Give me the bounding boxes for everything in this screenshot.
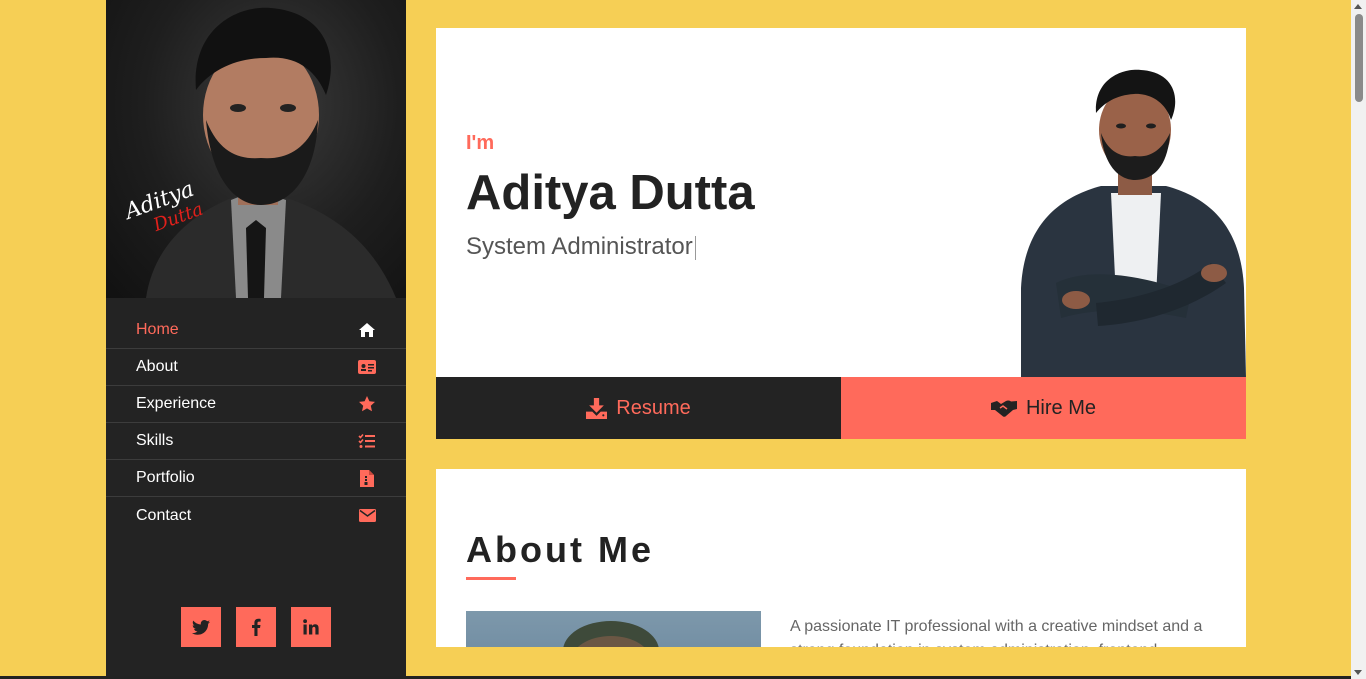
file-zip-icon [358,469,376,487]
about-title: About Me [466,529,654,570]
id-card-icon [358,358,376,376]
home-icon [358,321,376,339]
greeting-label: I'm [466,132,495,154]
task-list-icon [358,432,376,450]
nav-item-about[interactable]: About [106,349,406,386]
nav-item-label: Skills [136,432,174,449]
hero-role: System Administrator [466,233,693,260]
profile-portrait-image: Aditya Dutta [120,7,396,298]
nav-item-portfolio[interactable]: Portfolio [106,460,406,497]
hire-me-button[interactable]: Hire Me [841,377,1246,439]
hero-portrait-image [1021,69,1246,378]
nav-item-contact[interactable]: Contact [106,497,406,534]
resume-button-label: Resume [616,396,691,419]
hero-card: I'm Aditya Dutta System Administrator Re… [436,28,1246,439]
nav-item-label: About [136,358,178,375]
download-icon [586,397,608,419]
social-links [181,607,331,647]
typing-cursor [694,235,696,260]
sidebar-nav: Home About Experience Skills Portfolio C… [106,312,406,534]
page-scrollbar[interactable] [1351,0,1366,679]
twitter-button[interactable] [181,607,221,647]
facebook-icon [252,618,261,636]
nav-item-label: Home [136,321,179,338]
profile-photo: Aditya Dutta [106,0,406,298]
scroll-up-icon[interactable] [1354,4,1362,9]
sidebar: Aditya Dutta Home About Experience Skill… [106,0,406,679]
envelope-icon [358,507,376,525]
resume-button[interactable]: Resume [436,377,841,439]
about-title-underline [466,577,516,580]
nav-item-label: Contact [136,506,192,524]
linkedin-button[interactable] [291,607,331,647]
hero-actions: Resume Hire Me [436,377,1246,439]
star-icon [358,395,376,413]
handshake-icon [990,400,1017,417]
nav-item-home[interactable]: Home [106,312,406,349]
scroll-down-icon[interactable] [1354,670,1362,675]
nav-item-label: Portfolio [136,469,195,486]
nav-item-label: Experience [136,395,217,412]
about-text: A passionate IT professional with a crea… [790,618,1203,647]
scrollbar-thumb[interactable] [1355,14,1363,102]
hire-me-button-label: Hire Me [1025,396,1096,419]
hero-name: Aditya Dutta [466,166,755,220]
about-photo [466,611,761,647]
twitter-icon [192,619,210,635]
nav-item-skills[interactable]: Skills [106,423,406,460]
about-card: About Me A passionate IT professional wi… [436,469,1246,647]
facebook-button[interactable] [236,607,276,647]
hero-text: I'm Aditya Dutta System Administrator [466,132,755,261]
nav-item-experience[interactable]: Experience [106,386,406,423]
hero-role-line: System Administrator [466,233,755,261]
linkedin-icon [303,619,319,635]
